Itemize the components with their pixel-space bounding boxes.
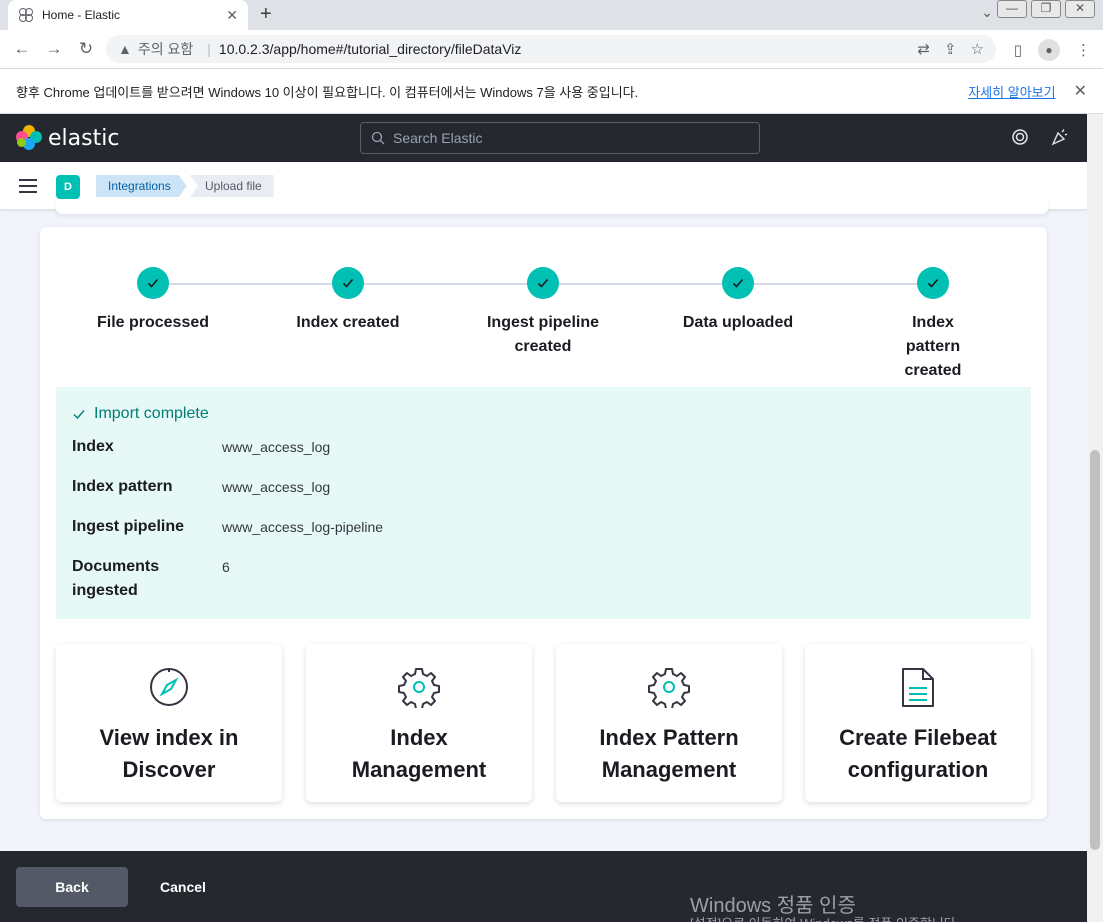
close-window-button[interactable]: ✕	[1065, 0, 1095, 18]
elastic-favicon-icon	[18, 7, 34, 23]
browser-tabbar: Home - Elastic ✕ + ⌄ — ❐ ✕	[0, 0, 1103, 30]
step-index-created: Index created	[258, 267, 438, 335]
infobar-close-icon[interactable]: ✕	[1074, 81, 1087, 101]
kv-key: Index	[72, 438, 114, 455]
previous-panel-edge	[56, 200, 1048, 214]
callout-title-text: Import complete	[94, 405, 209, 422]
address-bar[interactable]: ▲ 주의 요함 | 10.0.2.3/app/home#/tutorial_di…	[106, 35, 996, 63]
create-filebeat-config-card[interactable]: Create Filebeat configuration	[805, 644, 1031, 802]
check-icon	[137, 267, 169, 299]
breadcrumb-upload-file: Upload file	[190, 175, 274, 197]
checkmark-icon	[73, 410, 85, 420]
forward-arrow-icon[interactable]: →	[38, 39, 70, 59]
bookmark-star-icon[interactable]: ☆	[971, 40, 984, 58]
tab-search-chevron-icon[interactable]: ⌄	[981, 4, 993, 21]
security-label: 주의 요함	[137, 41, 194, 57]
menu-hamburger-icon[interactable]	[19, 179, 37, 197]
back-arrow-icon[interactable]: ←	[6, 39, 38, 59]
search-placeholder: Search Elastic	[393, 130, 483, 146]
gear-icon	[556, 666, 782, 708]
kv-key: Ingest pipeline	[72, 518, 185, 535]
step-label: Ingest pipeline created	[486, 314, 599, 355]
step-label: Index pattern created	[904, 314, 962, 379]
infobar-message: 향후 Chrome 업데이트를 받으려면 Windows 10 이상이 필요합니…	[16, 84, 639, 100]
import-complete-callout: Import complete Index www_access_log Ind…	[56, 387, 1031, 619]
view-in-discover-card[interactable]: View index in Discover	[56, 644, 282, 802]
elastic-logo[interactable]: elastic	[16, 125, 119, 151]
global-search-input[interactable]: Search Elastic	[360, 122, 760, 154]
kv-value: www_access_log	[222, 479, 331, 495]
space-avatar[interactable]: D	[56, 175, 80, 199]
index-pattern-management-card[interactable]: Index Pattern Management	[556, 644, 782, 802]
check-icon	[722, 267, 754, 299]
translate-icon[interactable]: ⇄	[917, 40, 930, 58]
kv-key: Index pattern	[72, 478, 173, 495]
tab-close-icon[interactable]: ✕	[226, 7, 238, 24]
card-label: Create Filebeat configuration	[839, 725, 997, 782]
kibana-header: elastic Search Elastic	[0, 114, 1087, 162]
index-management-card[interactable]: Index Management	[306, 644, 532, 802]
kv-value: www_access_log	[222, 439, 331, 455]
step-ingest-pipeline-created: Ingest pipeline created	[453, 267, 633, 359]
gear-icon	[306, 666, 532, 708]
kv-value: www_access_log-pipeline	[222, 519, 384, 535]
menu-kebab-icon[interactable]: ⋮	[1076, 41, 1091, 59]
kv-value: 6	[222, 559, 230, 575]
logo-text: elastic	[48, 125, 120, 151]
search-icon	[371, 131, 385, 145]
divider: |	[207, 41, 211, 57]
step-index-pattern-created: Index pattern created	[843, 267, 1023, 383]
card-label: View index in Discover	[99, 725, 239, 782]
compass-icon	[56, 666, 282, 708]
document-icon	[805, 666, 1031, 708]
help-lifebuoy-icon[interactable]	[1011, 128, 1029, 151]
step-file-processed: File processed	[63, 267, 243, 335]
windows-activation-subtext: [설정]으로 이동하여 Windows를 정품 인증합니다.	[690, 913, 959, 922]
minimize-button[interactable]: —	[997, 0, 1027, 18]
reload-icon[interactable]: ↻	[70, 39, 102, 59]
tab-title: Home - Elastic	[42, 8, 121, 22]
back-button[interactable]: Back	[16, 867, 128, 907]
share-icon[interactable]: ⇪	[944, 40, 957, 58]
step-label: Data uploaded	[682, 314, 794, 331]
restore-button[interactable]: ❐	[1031, 0, 1061, 18]
step-data-uploaded: Data uploaded	[648, 267, 828, 335]
warning-icon[interactable]: ▲	[118, 41, 132, 57]
browser-tab[interactable]: Home - Elastic ✕	[8, 0, 248, 30]
import-results-panel: File processed Index created Ingest pipe…	[40, 227, 1047, 819]
card-label: Index Management	[351, 725, 487, 782]
learn-more-link[interactable]: 자세히 알아보기	[968, 82, 1055, 101]
kv-key: Documents ingested	[72, 558, 160, 599]
browser-toolbar: ← → ↻ ▲ 주의 요함 | 10.0.2.3/app/home#/tutor…	[0, 30, 1103, 69]
elastic-logo-icon	[16, 125, 42, 151]
newsfeed-icon[interactable]	[1051, 128, 1069, 151]
check-icon	[527, 267, 559, 299]
check-icon	[917, 267, 949, 299]
update-infobar: 향후 Chrome 업데이트를 받으려면 Windows 10 이상이 필요합니…	[0, 69, 1103, 114]
profile-avatar-icon[interactable]: ●	[1038, 39, 1060, 61]
side-panel-icon[interactable]: ▯	[1014, 41, 1022, 59]
step-label: File processed	[96, 314, 210, 331]
window-controls: — ❐ ✕	[997, 0, 1095, 18]
new-tab-button[interactable]: +	[260, 3, 272, 26]
url-text[interactable]: 10.0.2.3/app/home#/tutorial_directory/fi…	[219, 41, 917, 57]
callout-title: Import complete	[72, 405, 209, 423]
step-label: Index created	[296, 314, 400, 331]
cancel-button[interactable]: Cancel	[148, 867, 218, 907]
breadcrumb-integrations[interactable]: Integrations	[96, 175, 187, 197]
card-label: Index Pattern Management	[599, 725, 739, 782]
scrollbar-thumb[interactable]	[1090, 450, 1100, 850]
check-icon	[332, 267, 364, 299]
bottom-action-bar: Back Cancel Windows 정품 인증 [설정]으로 이동하여 Wi…	[0, 851, 1087, 922]
